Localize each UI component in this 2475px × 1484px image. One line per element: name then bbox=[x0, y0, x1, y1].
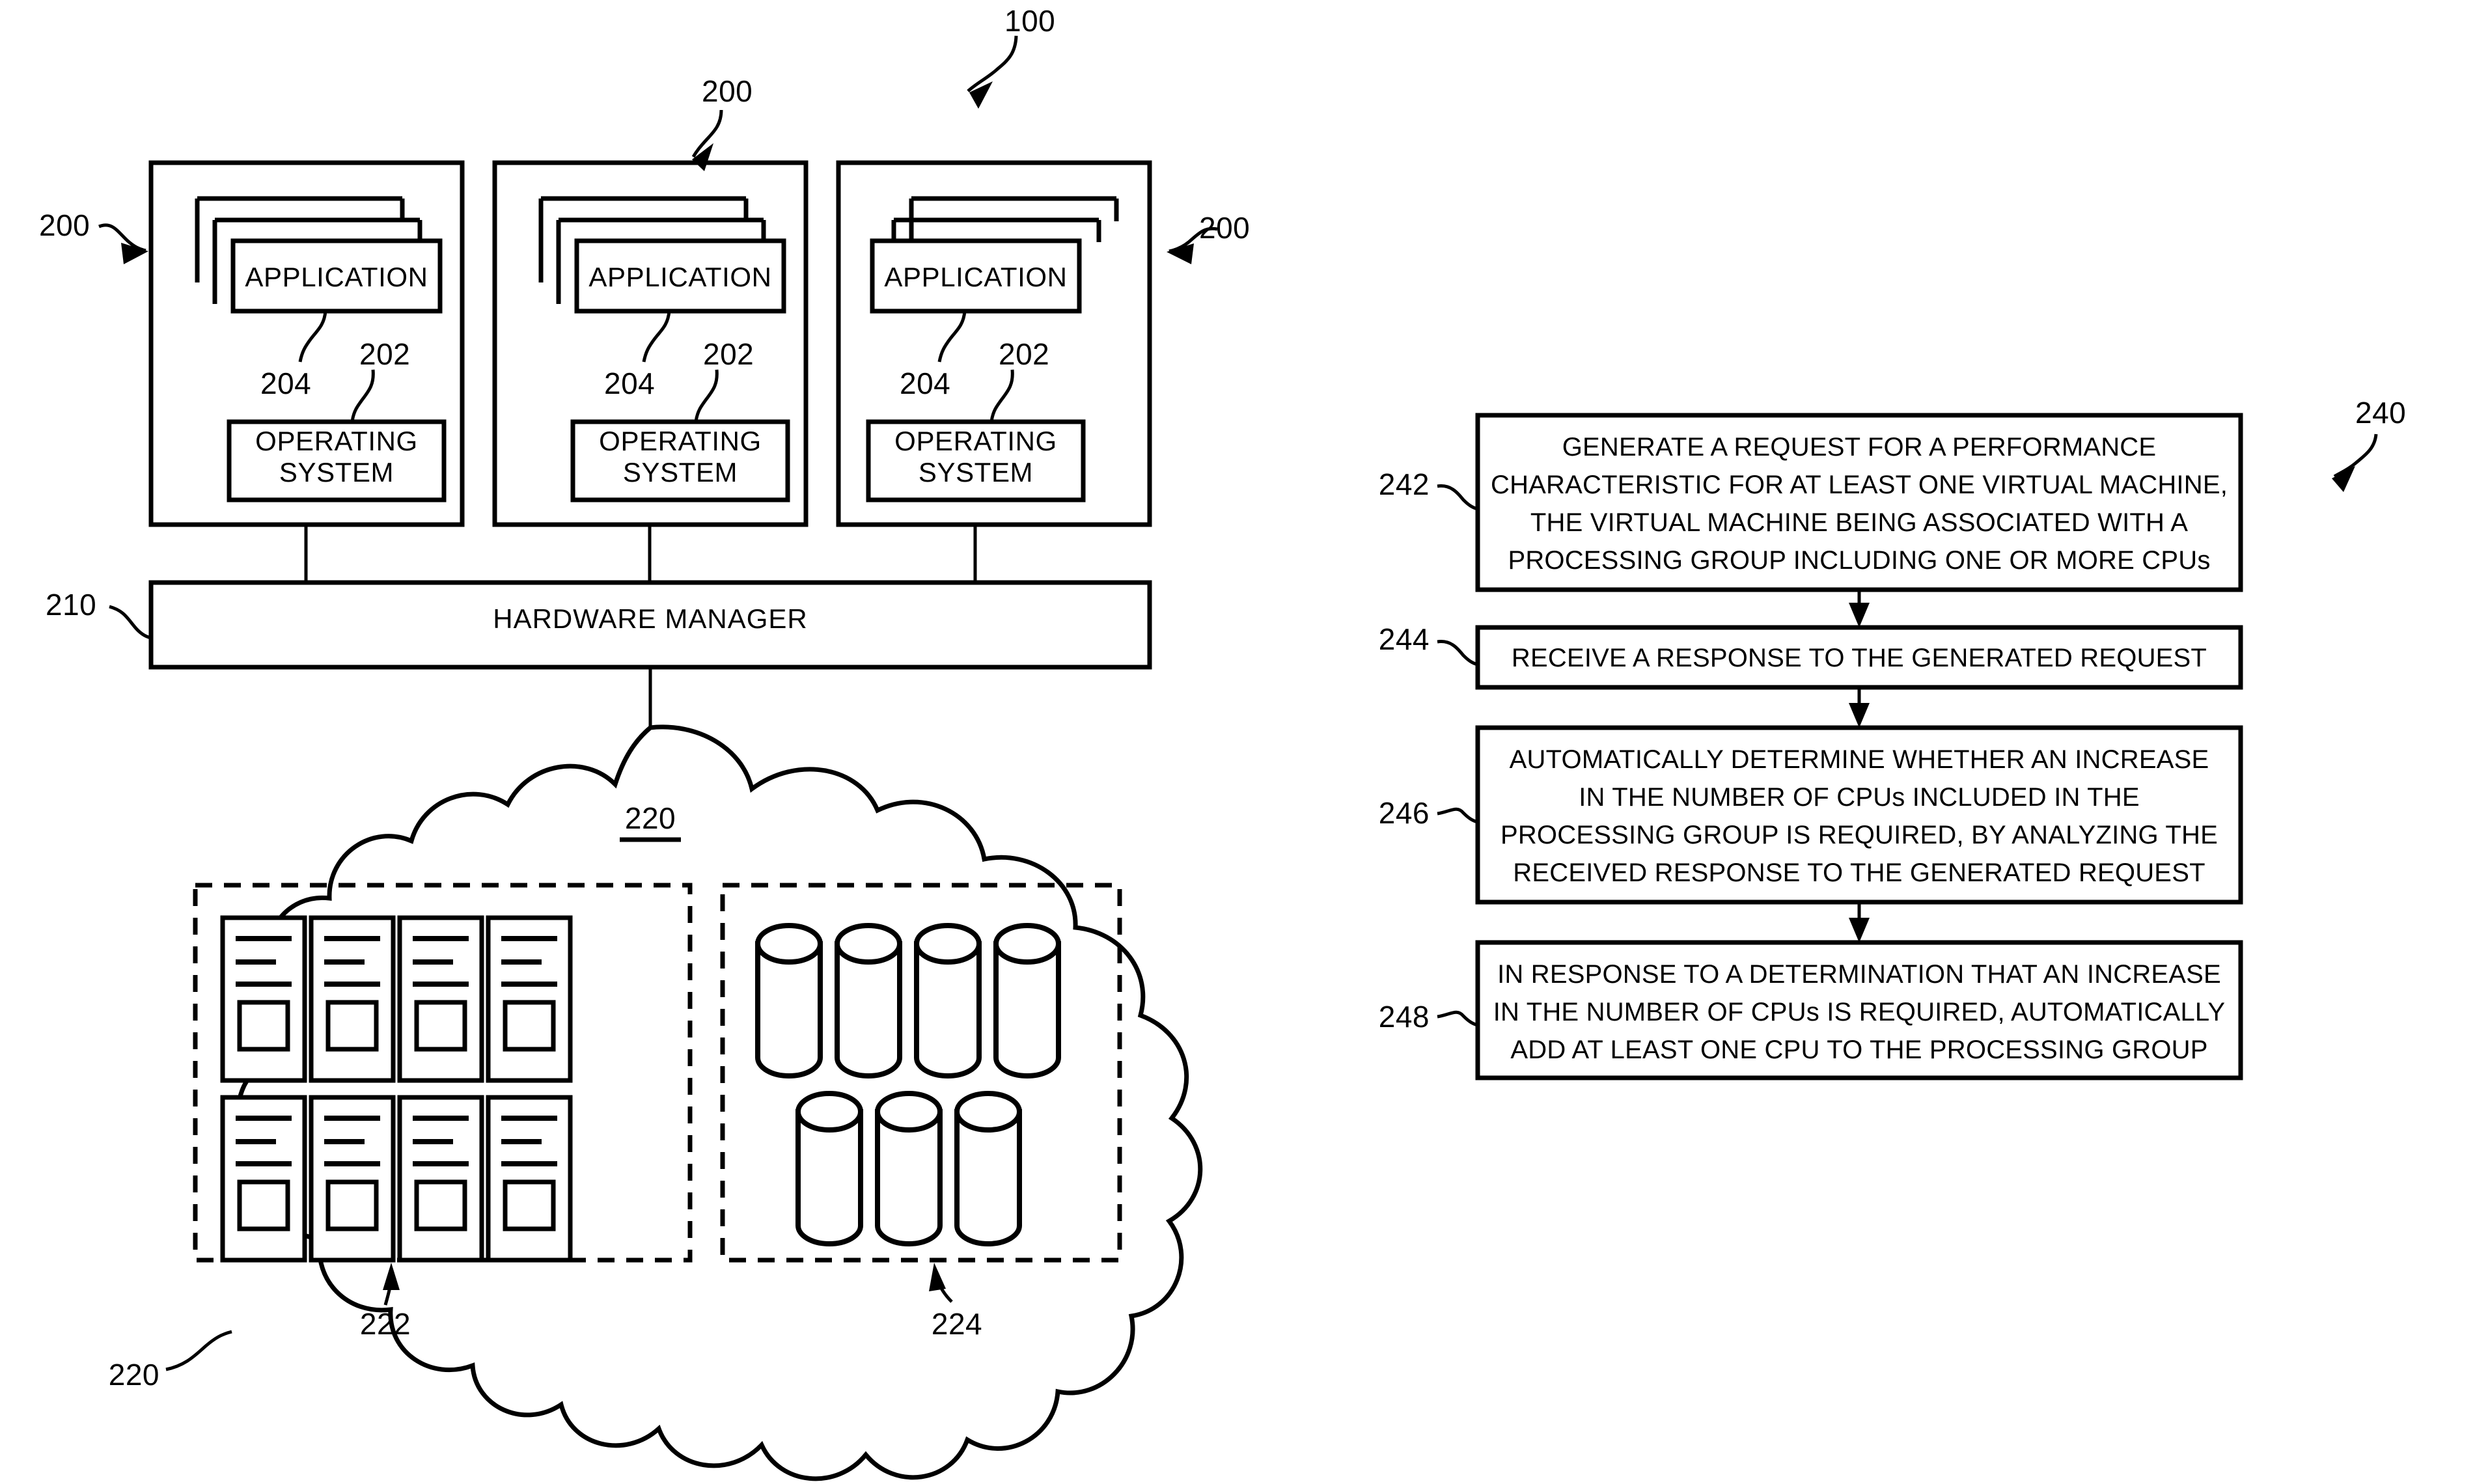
flow-step-248: IN RESPONSE TO A DETERMINATION THAT AN I… bbox=[1475, 940, 2243, 1080]
flow-step-242-line-1: GENERATE A REQUEST FOR A PERFORMANCE bbox=[1562, 433, 2157, 461]
ref-100-leader bbox=[967, 35, 1018, 109]
flow-step-242-line-4: PROCESSING GROUP INCLUDING ONE OR MORE C… bbox=[1508, 546, 2210, 575]
application-label-1: APPLICATION bbox=[245, 262, 428, 292]
application-label-2: APPLICATION bbox=[588, 262, 771, 292]
ref-label-244: 244 bbox=[1379, 622, 1430, 656]
vm-container-2: APPLICATION 204 202 OPERATING SYSTEM bbox=[492, 160, 809, 583]
storage-cylinder-icon bbox=[755, 923, 823, 1079]
server-icon bbox=[397, 1095, 484, 1263]
flow-step-246: AUTOMATICALLY DETERMINE WHETHER AN INCRE… bbox=[1475, 725, 2243, 905]
flow-step-242: GENERATE A REQUEST FOR A PERFORMANCE CHA… bbox=[1475, 413, 2243, 592]
ref-label-224: 224 bbox=[932, 1307, 982, 1341]
ref-label-248: 248 bbox=[1379, 1000, 1430, 1034]
cloud-ref-220-outer-leader bbox=[165, 1330, 232, 1371]
ref-label-220-inner: 220 bbox=[625, 801, 676, 835]
server-icon bbox=[220, 1095, 307, 1263]
flow-arrow-242-244 bbox=[1849, 590, 1870, 627]
server-icon bbox=[486, 915, 573, 1083]
storage-cylinder-icon bbox=[795, 1091, 863, 1246]
storage-cylinder-icon bbox=[954, 1091, 1022, 1246]
patent-figure: 100 APPLICATION 204 202 OPERATING SYSTEM bbox=[0, 0, 2475, 1484]
server-icon bbox=[397, 915, 484, 1083]
os-label-line2-vm2: SYSTEM bbox=[623, 457, 738, 488]
hardware-manager-box: HARDWARE MANAGER bbox=[148, 580, 1152, 670]
vm-container-3: APPLICATION 204 202 OPERATING SYSTEM bbox=[836, 160, 1152, 583]
os-label-line1-vm3: OPERATING bbox=[894, 426, 1057, 456]
ref-210-leader bbox=[109, 605, 152, 640]
ref-246-leader bbox=[1437, 807, 1478, 824]
ref-label-222: 222 bbox=[360, 1307, 411, 1341]
storage-cylinder-icon bbox=[875, 1091, 943, 1246]
ref-label-242: 242 bbox=[1379, 467, 1430, 501]
ref-label-210: 210 bbox=[46, 588, 96, 622]
flow-arrow-246-248 bbox=[1849, 902, 1870, 942]
server-icon bbox=[220, 915, 307, 1083]
flow-step-246-line-4: RECEIVED RESPONSE TO THE GENERATED REQUE… bbox=[1513, 859, 2205, 887]
storage-cylinder-icon bbox=[914, 923, 982, 1079]
ref-244-leader bbox=[1437, 640, 1478, 666]
ref-label-220-outer: 220 bbox=[109, 1358, 159, 1392]
ref-label-100: 100 bbox=[1004, 4, 1055, 38]
ref-label-200-top: 200 bbox=[702, 74, 753, 108]
ref-200-left-leader bbox=[98, 223, 148, 264]
flow-step-244: RECEIVE A RESPONSE TO THE GENERATED REQU… bbox=[1475, 625, 2243, 690]
flow-step-246-line-2: IN THE NUMBER OF CPUs INCLUDED IN THE bbox=[1579, 783, 2140, 812]
ref-label-204-vm1: 204 bbox=[260, 366, 311, 400]
flow-step-246-line-3: PROCESSING GROUP IS REQUIRED, BY ANALYZI… bbox=[1500, 821, 2218, 849]
server-icon bbox=[309, 1095, 396, 1263]
ref-label-246: 246 bbox=[1379, 796, 1430, 830]
ref-242-leader bbox=[1437, 484, 1478, 511]
ref-label-240: 240 bbox=[2355, 396, 2406, 430]
flow-step-248-line-2: IN THE NUMBER OF CPUs IS REQUIRED, AUTOM… bbox=[1493, 998, 2226, 1026]
server-icon bbox=[486, 1095, 573, 1263]
ref-label-202-vm3: 202 bbox=[999, 337, 1049, 371]
flow-step-248-line-3: ADD AT LEAST ONE CPU TO THE PROCESSING G… bbox=[1510, 1036, 2207, 1064]
flow-step-246-line-1: AUTOMATICALLY DETERMINE WHETHER AN INCRE… bbox=[1510, 745, 2209, 774]
hardware-manager-label: HARDWARE MANAGER bbox=[493, 603, 807, 634]
vm-container-1: APPLICATION 204 202 OPERATING SYSTEM bbox=[148, 160, 465, 583]
storage-cylinder-icon bbox=[993, 923, 1061, 1079]
flow-step-242-line-2: CHARACTERISTIC FOR AT LEAST ONE VIRTUAL … bbox=[1491, 471, 2228, 499]
os-label-line2-vm3: SYSTEM bbox=[919, 457, 1033, 488]
os-label-line1-vm2: OPERATING bbox=[599, 426, 762, 456]
ref-248-leader bbox=[1437, 1010, 1478, 1027]
ref-label-202-vm1: 202 bbox=[359, 337, 410, 371]
flow-step-248-line-1: IN RESPONSE TO A DETERMINATION THAT AN I… bbox=[1497, 960, 2221, 989]
figure-canvas: 100 APPLICATION 204 202 OPERATING SYSTEM bbox=[39, 4, 2406, 1481]
storage-cylinder-icon bbox=[835, 923, 902, 1079]
os-label-line1-vm1: OPERATING bbox=[255, 426, 418, 456]
ref-label-200-right: 200 bbox=[1199, 211, 1250, 245]
application-label-3: APPLICATION bbox=[884, 262, 1067, 292]
cloud-ref-220-inner: 220 bbox=[620, 801, 681, 842]
ref-label-204-vm2: 204 bbox=[604, 366, 655, 400]
ref-label-202-vm2: 202 bbox=[703, 337, 754, 371]
flow-step-244-line-1: RECEIVE A RESPONSE TO THE GENERATED REQU… bbox=[1512, 644, 2207, 672]
ref-label-204-vm3: 204 bbox=[900, 366, 950, 400]
flow-step-242-line-3: THE VIRTUAL MACHINE BEING ASSOCIATED WIT… bbox=[1530, 508, 2188, 537]
ref-label-200-left: 200 bbox=[39, 208, 90, 242]
os-label-line2-vm1: SYSTEM bbox=[279, 457, 394, 488]
flow-arrow-244-246 bbox=[1849, 687, 1870, 728]
server-icon bbox=[309, 915, 396, 1083]
ref-240-leader bbox=[2332, 433, 2378, 492]
